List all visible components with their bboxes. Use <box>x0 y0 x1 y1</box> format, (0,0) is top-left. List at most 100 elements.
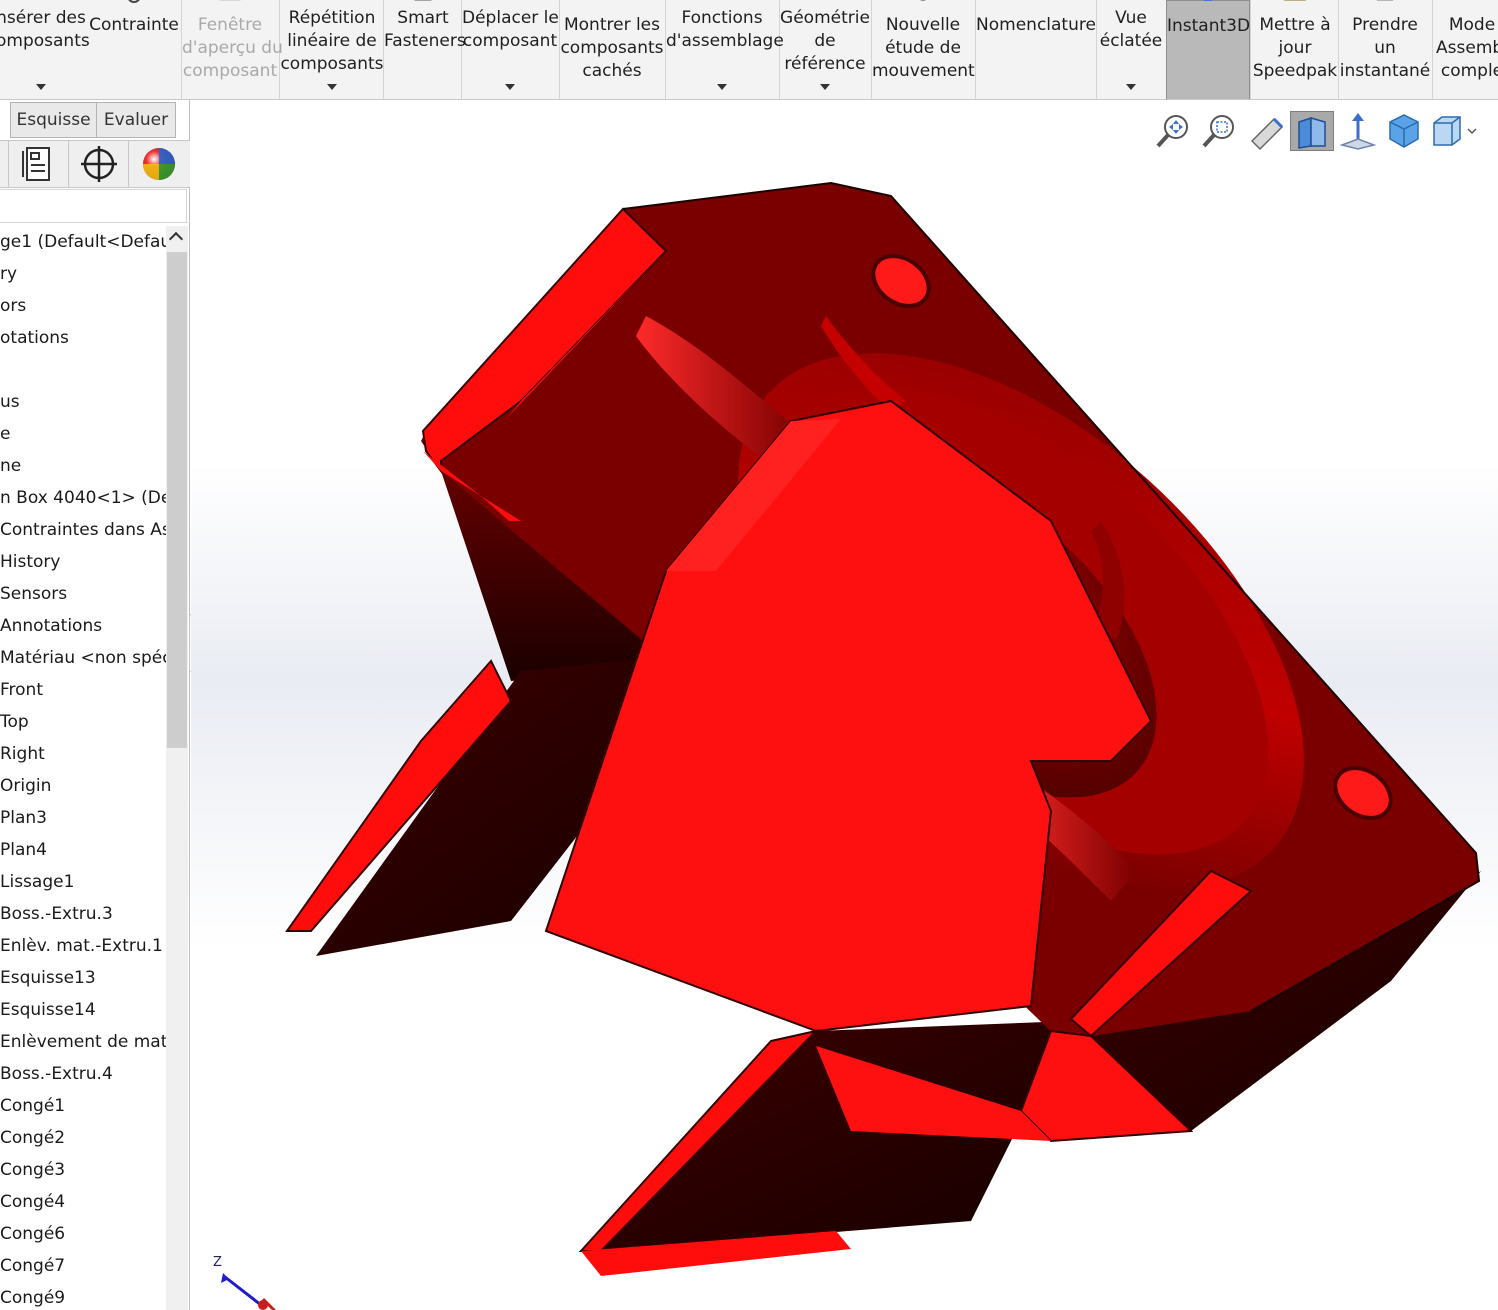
tree-item[interactable]: Congé1 <box>0 1090 166 1122</box>
inserer-button[interactable]: nsérer des omposants <box>0 0 90 99</box>
display-manager-icon[interactable] <box>129 141 189 187</box>
geometrie-button[interactable]: Géométrie de référence <box>780 0 870 99</box>
deplacer-label: Déplacer le <box>462 8 559 28</box>
tree-item[interactable]: Esquisse13 <box>0 962 166 994</box>
tree-item[interactable]: n Box 4040<1> (Defa <box>0 482 166 514</box>
tree-item[interactable]: otations <box>0 322 166 354</box>
config-manager-icon[interactable] <box>69 141 129 187</box>
tab-esquisse[interactable]: Esquisse <box>10 102 97 138</box>
speedpak-label: Mettre à <box>1259 15 1331 35</box>
nomenclature-button[interactable]: Nomenclature <box>976 0 1096 99</box>
tree-item[interactable]: Enlèv. mat.-Extru.1 <box>0 930 166 962</box>
deplacer-button[interactable]: Déplacer le composant <box>462 0 559 99</box>
mate-icon <box>118 0 150 8</box>
tree-item[interactable]: Congé3 <box>0 1154 166 1186</box>
repetition-label: composants <box>280 54 384 74</box>
part-3d-model[interactable] <box>191 101 1498 1310</box>
tree-item[interactable]: ors <box>0 290 166 322</box>
feature-tree: ge1 (Default<Defau ry ors otations us e ne n Bo… <box>0 226 166 1310</box>
chevron-down-icon[interactable] <box>820 84 830 90</box>
repetition-button[interactable]: Répétition linéaire de composants <box>280 0 384 99</box>
axis-z-label: Z <box>213 1255 222 1270</box>
nouvelle-button[interactable]: Nouvelle étude de mouvement <box>872 0 975 99</box>
nouvelle-label: mouvement <box>872 61 975 81</box>
feature-manager-icon[interactable] <box>0 141 9 187</box>
speedpak-label: jour <box>1278 38 1312 58</box>
fonctions-button[interactable]: Fonctions d'assemblage <box>666 0 784 99</box>
tree-item[interactable]: Congé6 <box>0 1218 166 1250</box>
tree-item[interactable]: Boss.-Extru.3 <box>0 898 166 930</box>
tree-item[interactable]: Esquisse14 <box>0 994 166 1026</box>
nomenclature-label: Nomenclature <box>976 15 1096 35</box>
geometrie-label: de <box>814 31 836 51</box>
fenetre-label: Fenêtre <box>197 15 263 35</box>
tree-item[interactable]: Top <box>0 706 166 738</box>
chevron-down-icon[interactable] <box>1126 84 1136 90</box>
montrer-label: composants <box>560 38 664 58</box>
smart-button[interactable]: Smart Fasteners <box>384 0 466 99</box>
tree-item[interactable]: Contraintes dans Asse <box>0 514 166 546</box>
tree-item[interactable]: Right <box>0 738 166 770</box>
geometrie-label: référence <box>784 54 866 74</box>
tree-item[interactable]: Plan4 <box>0 834 166 866</box>
snapshot-icon <box>1369 0 1401 8</box>
tree-scrollbar[interactable] <box>166 226 188 1310</box>
deplacer-label: composant <box>462 31 558 51</box>
fonctions-label: d'assemblage <box>666 31 784 51</box>
instant3d-button[interactable]: Instant3D <box>1166 0 1251 99</box>
montrer-button[interactable]: Montrer les composants cachés <box>560 0 664 99</box>
tree-item[interactable]: Annotations <box>0 610 166 642</box>
mode-label: comple <box>1440 61 1498 81</box>
tree-item[interactable]: ne <box>0 450 166 482</box>
tree-item[interactable]: Congé2 <box>0 1122 166 1154</box>
tree-item[interactable]: ge1 (Default<Defau <box>0 226 166 258</box>
bom-icon <box>1020 0 1052 8</box>
tree-item[interactable]: Plan3 <box>0 802 166 834</box>
tree-item[interactable]: Congé7 <box>0 1250 166 1282</box>
tree-item[interactable]: Front <box>0 674 166 706</box>
chevron-down-icon[interactable] <box>327 84 337 90</box>
chevron-down-icon[interactable] <box>36 84 46 90</box>
tree-item[interactable]: History <box>0 546 166 578</box>
tree-item[interactable]: Congé9 <box>0 1282 166 1310</box>
chevron-down-icon[interactable] <box>505 84 515 90</box>
tree-item[interactable]: Enlèvement de matièr <box>0 1026 166 1058</box>
contrainte-button[interactable]: Contrainte <box>88 0 180 99</box>
mode-label: Mode <box>1448 15 1496 35</box>
instant3d-label: Instant3D <box>1167 16 1251 36</box>
tree-item[interactable]: Boss.-Extru.4 <box>0 1058 166 1090</box>
smart-label: Smart <box>397 8 449 28</box>
vue-label: Vue <box>1115 8 1147 28</box>
chevron-down-icon[interactable] <box>717 84 727 90</box>
tree-item[interactable]: Matériau <non spécif <box>0 642 166 674</box>
vue-button[interactable]: Vue éclatée <box>1096 0 1166 99</box>
tree-item[interactable]: Sensors <box>0 578 166 610</box>
tab-evaluer[interactable]: Evaluer <box>96 102 176 138</box>
feature-manager-panel: Esquisse Evaluer ge1 (Default<Defau ry o… <box>0 100 190 1310</box>
tree-item[interactable]: ry <box>0 258 166 290</box>
fonctions-label: Fonctions <box>681 8 763 28</box>
tree-item[interactable]: Origin <box>0 770 166 802</box>
speedpak-button[interactable]: Mettre à jour Speedpak <box>1252 0 1338 99</box>
tree-filter-input[interactable] <box>0 189 187 223</box>
tree-item[interactable] <box>0 354 166 386</box>
scroll-up-icon[interactable] <box>168 231 184 247</box>
repetition-label: linéaire de <box>287 31 377 51</box>
tree-item[interactable]: Lissage1 <box>0 866 166 898</box>
show-hidden-icon <box>596 0 628 8</box>
mode-button[interactable]: Mode Assembl comple <box>1432 0 1498 99</box>
instantane-label: instantané <box>1339 61 1431 81</box>
graphics-area[interactable]: Z <box>191 101 1498 1310</box>
component-preview-icon <box>214 0 246 8</box>
fenetre-button[interactable]: Fenêtre d'aperçu du composant <box>182 0 283 99</box>
speedpak-label: Speedpak <box>1252 61 1338 81</box>
smart-label: Fasteners <box>384 31 466 51</box>
nouvelle-label: étude de <box>885 38 961 58</box>
property-manager-icon[interactable] <box>9 141 69 187</box>
tree-item[interactable]: e <box>0 418 166 450</box>
tree-item[interactable]: Congé4 <box>0 1186 166 1218</box>
instantane-label: un <box>1374 38 1396 58</box>
scroll-thumb[interactable] <box>167 252 187 748</box>
instantane-button[interactable]: Prendre un instantané <box>1338 0 1432 99</box>
tree-item[interactable]: us <box>0 386 166 418</box>
